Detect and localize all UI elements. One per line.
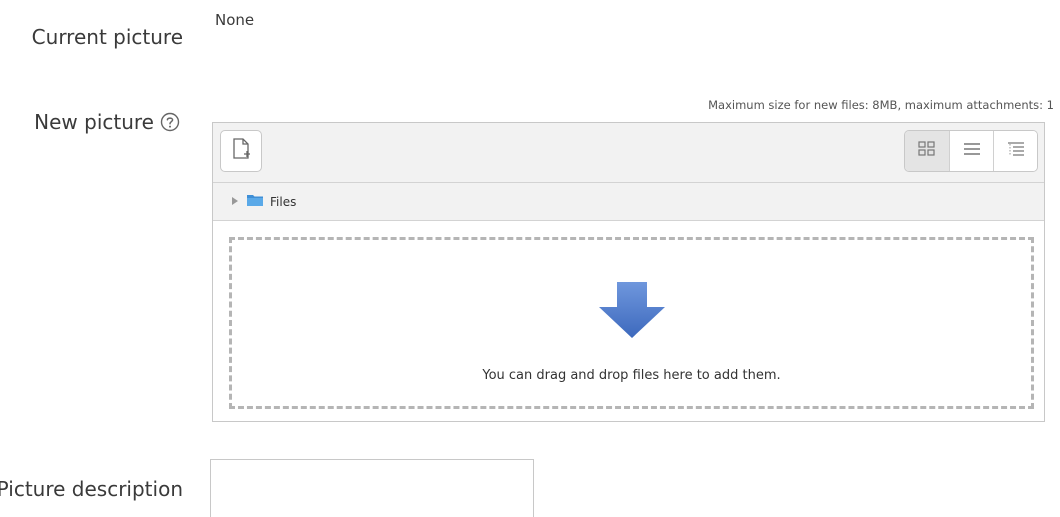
grid-view-icon xyxy=(917,140,937,162)
add-file-button[interactable] xyxy=(220,130,262,172)
help-circle-icon[interactable] xyxy=(160,112,180,132)
file-dropzone[interactable]: You can drag and drop files here to add … xyxy=(229,237,1034,409)
folder-icon xyxy=(246,193,264,210)
dropzone-text: You can drag and drop files here to add … xyxy=(482,368,781,383)
drop-arrow-icon xyxy=(597,281,667,339)
picture-description-label: Picture description xyxy=(0,477,183,501)
expand-arrow-icon[interactable] xyxy=(231,195,239,209)
list-view-button[interactable] xyxy=(949,131,993,171)
list-view-icon xyxy=(962,140,982,162)
current-picture-label: Current picture xyxy=(31,25,183,49)
new-picture-label: New picture xyxy=(34,110,154,134)
add-file-icon xyxy=(230,137,252,165)
profile-picture-form: Current picture None New picture Maximum… xyxy=(0,0,1060,517)
folder-label[interactable]: Files xyxy=(270,195,296,209)
max-size-note: Maximum size for new files: 8MB, maximum… xyxy=(708,98,1054,112)
current-picture-value: None xyxy=(215,11,255,29)
grid-view-button[interactable] xyxy=(905,131,949,171)
tree-view-button[interactable] xyxy=(993,131,1037,171)
file-manager-toolbar xyxy=(213,123,1044,183)
picture-description-input[interactable] xyxy=(210,459,534,517)
file-manager: Files You can drag and drop files here t… xyxy=(212,122,1045,422)
view-mode-switcher xyxy=(904,130,1038,172)
file-manager-path: Files xyxy=(213,183,1044,221)
tree-view-icon xyxy=(1006,140,1026,162)
